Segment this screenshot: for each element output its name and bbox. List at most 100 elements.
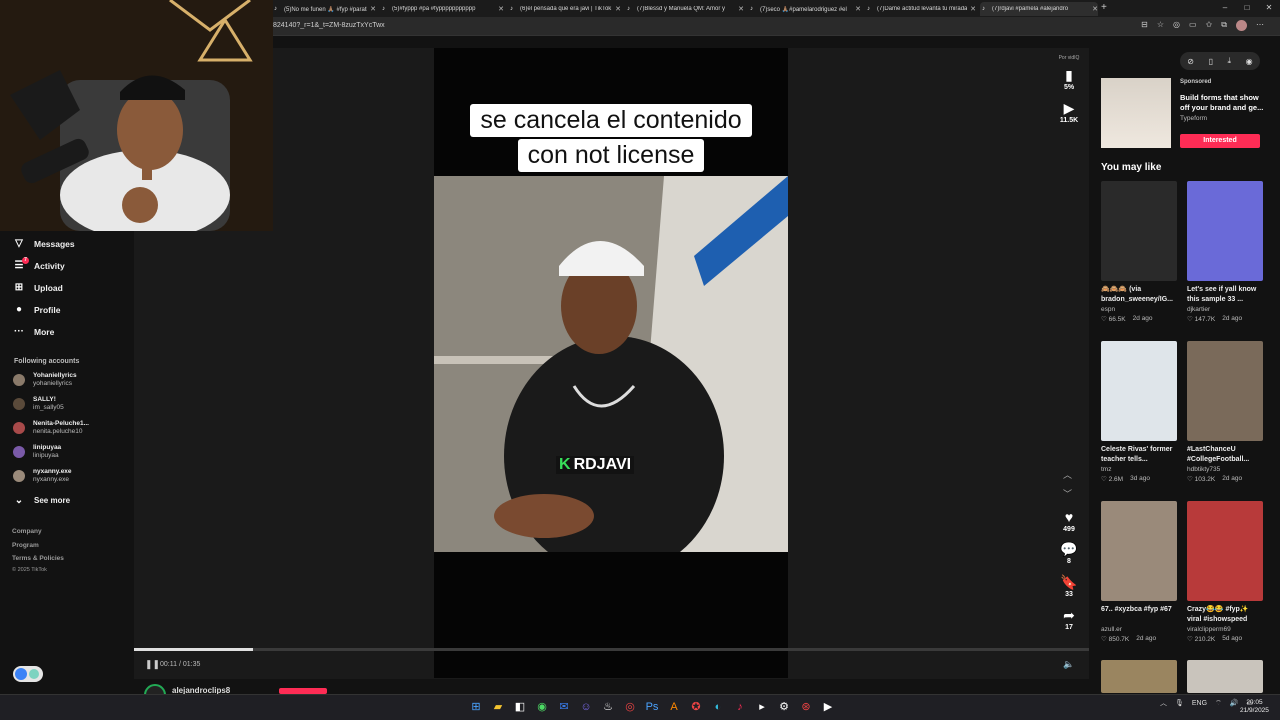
browser-tab[interactable]: ♪ (7)Blessd y Manuela QM: Amor y ✕ xyxy=(625,2,744,16)
footer-company[interactable]: Company xyxy=(12,528,42,535)
recommended-video[interactable]: 67.. #xyzbca #fyp #67 azull.er ♡ 850.7K 2d … xyxy=(1101,501,1177,643)
speaker-icon[interactable]: 🔊 xyxy=(1230,699,1239,707)
comment-button[interactable]: 💬 8 xyxy=(1050,541,1088,565)
terminal-icon[interactable]: ▸ xyxy=(754,699,770,715)
following-account[interactable]: Yohaniellyrics yohaniellyrics xyxy=(13,372,77,388)
menu-icon[interactable]: ⋯ xyxy=(1256,20,1264,31)
close-tab-icon[interactable]: ✕ xyxy=(498,5,504,13)
phone-icon[interactable]: ▯ xyxy=(1209,57,1213,66)
stats-button[interactable]: ▮ 5% xyxy=(1050,67,1088,91)
pause-icon[interactable]: ❚❚ xyxy=(145,659,160,670)
ad-interested-button[interactable]: Interested xyxy=(1180,134,1260,148)
see-more-button[interactable]: ⌄ See more xyxy=(13,495,70,506)
rec-thumbnail[interactable] xyxy=(1187,501,1263,601)
rec-thumbnail[interactable] xyxy=(1187,341,1263,441)
outlook-icon[interactable]: ✉ xyxy=(556,699,572,715)
rec-author[interactable]: djkartier xyxy=(1187,306,1263,313)
pip-icon[interactable]: ⊘ xyxy=(1187,57,1194,66)
following-account[interactable]: linipuyaa linipuyaa xyxy=(13,444,61,460)
discord-icon[interactable]: ☺ xyxy=(578,699,594,715)
browser-tab[interactable]: ♪ (7)seco 🙏🏽#pamelarodriguez #el ✕ xyxy=(748,2,861,16)
mic-icon[interactable]: 🎙 xyxy=(1175,699,1184,707)
close-tab-icon[interactable]: ✕ xyxy=(855,5,861,13)
chevron-down-nav-icon[interactable]: ﹀ xyxy=(1063,487,1072,500)
ad-thumbnail[interactable] xyxy=(1101,78,1171,148)
photoshop-icon[interactable]: Ps xyxy=(644,699,660,715)
following-account[interactable]: nyxanny.exe nyxanny.exe xyxy=(13,468,72,484)
obs-icon[interactable]: ◎ xyxy=(622,699,638,715)
recommended-video[interactable]: #LastChanceU #CollegeFootball... hdbtikty… xyxy=(1187,341,1263,483)
rec-author[interactable]: azull.er xyxy=(1101,626,1177,633)
theme-toggle[interactable] xyxy=(13,666,43,682)
sidebar-item-more[interactable]: ··· More xyxy=(13,326,54,337)
recommended-video[interactable]: Crazy😂😂 #fyp✨ viral #ishowspeed viralclip… xyxy=(1187,501,1263,643)
account-icon[interactable]: ◉ xyxy=(1246,57,1253,66)
media-player-icon[interactable]: ▶ xyxy=(820,699,836,715)
file-explorer-icon[interactable]: ▰ xyxy=(490,699,506,715)
tray-chevron-icon[interactable]: ︿ xyxy=(1160,698,1167,708)
recommended-video[interactable]: Celeste Rivas' former teacher tells... tm… xyxy=(1101,341,1177,483)
share-button[interactable]: ➦ 17 xyxy=(1050,607,1088,631)
close-tab-icon[interactable]: ✕ xyxy=(970,5,976,13)
steam-icon[interactable]: ♨ xyxy=(600,699,616,715)
chevron-up-icon[interactable]: ︿ xyxy=(1063,468,1072,481)
rec-author[interactable]: viralclipperm69 xyxy=(1187,626,1263,633)
rec-thumbnail[interactable] xyxy=(1187,181,1263,281)
browser-tab[interactable]: ♪ (5)No me funen 🙏🏽 #fyp #parati ✕ xyxy=(272,2,376,16)
following-account[interactable]: Nenita-Peluche1... nenita.peluche10 xyxy=(13,420,89,436)
wifi-icon[interactable]: ⌔ xyxy=(1215,699,1222,708)
views-indicator[interactable]: ▶ 11.5K xyxy=(1050,100,1088,124)
close-tab-icon[interactable]: ✕ xyxy=(370,5,376,13)
rec-thumbnail-partial[interactable] xyxy=(1187,660,1263,693)
new-tab-button[interactable]: + xyxy=(1101,2,1107,13)
ad-brand[interactable]: Typeform xyxy=(1180,115,1207,122)
rec-thumbnail[interactable] xyxy=(1101,181,1177,281)
star-icon[interactable]: ☆ xyxy=(1157,20,1164,31)
close-tab-icon[interactable]: ✕ xyxy=(738,5,744,13)
favorites-icon[interactable]: ✩ xyxy=(1206,20,1213,31)
browser-tab[interactable]: ♪ (7)rdjavi #pamela #alejandro ✕ xyxy=(980,2,1098,16)
windows-start-icon[interactable]: ⊞ xyxy=(468,699,484,715)
app-icon[interactable]: ⊟ xyxy=(1141,20,1148,31)
app-store-icon[interactable]: ◧ xyxy=(512,699,528,715)
browser-tab[interactable]: ♪ (6)el pensada que era javi | TikTok ✕ xyxy=(508,2,621,16)
sidebar-item-activity[interactable]: ☰ Activity 7 xyxy=(13,257,65,271)
rec-author[interactable]: tmz xyxy=(1101,466,1177,473)
rec-thumbnail[interactable] xyxy=(1101,341,1177,441)
rec-thumbnail[interactable] xyxy=(1101,501,1177,601)
download-icon[interactable]: ⤓ xyxy=(1228,56,1232,66)
minimize-icon[interactable]: – xyxy=(1214,0,1236,17)
settings-icon[interactable]: ⚙ xyxy=(776,699,792,715)
close-window-icon[interactable]: ✕ xyxy=(1258,0,1280,17)
ad-title[interactable]: Build forms that show off your brand and… xyxy=(1180,93,1265,113)
language-indicator[interactable]: ENG xyxy=(1192,700,1207,707)
rec-author[interactable]: hdbtikty735 xyxy=(1187,466,1263,473)
sidebar-item-messages[interactable]: ▽ Messages xyxy=(13,238,75,249)
sidebar-item-upload[interactable]: ⊞ Upload xyxy=(13,282,63,293)
split-icon[interactable]: ▭ xyxy=(1189,20,1197,31)
rec-thumbnail-partial[interactable] xyxy=(1101,660,1177,693)
recorder-icon[interactable]: ⊛ xyxy=(798,699,814,715)
maximize-icon[interactable]: □ xyxy=(1236,0,1258,17)
browser-tab[interactable]: ♪ (7)Dame actitud levanta tu mirada ✕ xyxy=(865,2,976,16)
edge-icon[interactable]: ◐ xyxy=(710,699,726,715)
browser-profile-avatar[interactable] xyxy=(1236,20,1247,31)
tiktok-taskbar-icon[interactable]: ♪ xyxy=(732,699,748,715)
close-tab-icon[interactable]: ✕ xyxy=(1092,5,1098,13)
sync-icon[interactable]: ◎ xyxy=(1173,20,1180,31)
browser-tab[interactable]: ♪ (5)#fyppp #pa #fyppppppppppp ✕ xyxy=(380,2,504,16)
footer-program[interactable]: Program xyxy=(12,542,39,549)
chrome-icon[interactable]: ◉ xyxy=(534,699,550,715)
save-button[interactable]: 🔖 33 xyxy=(1050,574,1088,598)
following-account[interactable]: SALLY! im_sally05 xyxy=(13,396,64,412)
clock[interactable]: 20:05 21/9/2025 xyxy=(1240,699,1269,715)
footer-terms[interactable]: Terms & Policies xyxy=(12,555,64,562)
extensions-icon[interactable]: ⧉ xyxy=(1221,20,1227,31)
adobe-icon[interactable]: A xyxy=(666,699,682,715)
volume-icon[interactable]: 🔈 xyxy=(1063,659,1074,670)
close-tab-icon[interactable]: ✕ xyxy=(615,5,621,13)
url-field[interactable]: 824140?_r=1&_t=ZM-8zuzTxYcTwx xyxy=(273,22,385,29)
sidebar-item-profile[interactable]: ● Profile xyxy=(13,304,60,315)
like-button[interactable]: ♥ 499 xyxy=(1050,509,1088,533)
rec-author[interactable]: espn xyxy=(1101,306,1177,313)
